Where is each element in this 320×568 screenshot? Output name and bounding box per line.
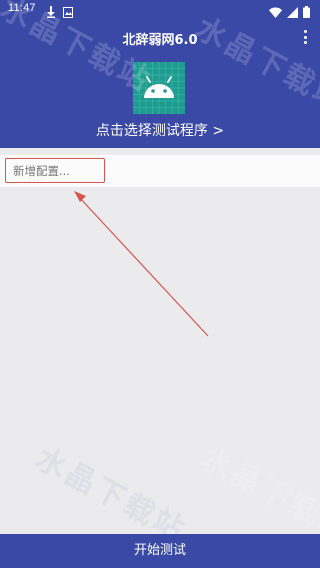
app-title: 北辞弱网6.0 [122, 33, 198, 48]
app-header: 北辞弱网6.0 点击选择测试程序 > [0, 20, 320, 148]
config-list-area: 新增配置... [0, 148, 320, 534]
status-time: 11:47 [8, 2, 36, 14]
select-program-button[interactable]: 点击选择测试程序 > [0, 120, 320, 140]
app-screen: 11:47 北辞弱网6.0 点击选择测试程序 > 新增配置... 开始测试 [0, 0, 320, 568]
start-test-button[interactable]: 开始测试 [0, 534, 320, 568]
annotation-arrow [74, 191, 209, 337]
overflow-menu-icon[interactable] [300, 30, 310, 44]
status-bar: 11:47 [0, 0, 320, 20]
android-icon[interactable] [133, 62, 185, 114]
